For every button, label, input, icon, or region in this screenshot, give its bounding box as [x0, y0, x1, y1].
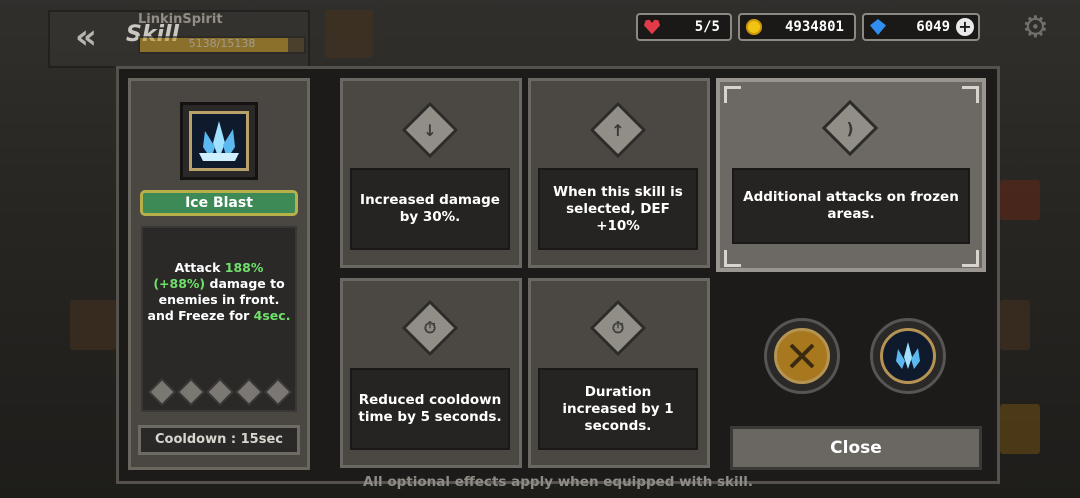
xp-text: 5138/15138	[188, 37, 256, 50]
gem-icon	[870, 19, 886, 35]
equip-skill-button[interactable]	[870, 318, 946, 394]
gold-value: 4934801	[784, 19, 844, 35]
sword-icon	[148, 378, 176, 406]
skill-name: Ice Blast	[140, 190, 298, 216]
close-button[interactable]: Close	[730, 426, 982, 470]
option-text-frozen: Additional attacks on frozen areas.	[732, 168, 970, 244]
cooldown-label: Cooldown : 15sec	[138, 425, 300, 455]
option-text-def: When this skill is selected, DEF +10%	[538, 168, 698, 250]
gem-counter: 6049 +	[862, 13, 980, 41]
heart-icon	[644, 19, 660, 35]
footer-note: All optional effects apply when equipped…	[362, 474, 754, 490]
option-summary-icons	[148, 378, 292, 406]
xp-bar: 5138/15138	[138, 36, 306, 54]
selection-corner	[962, 250, 979, 267]
stopwatch-minus-icon	[206, 378, 234, 406]
add-gems-button[interactable]: +	[956, 18, 974, 36]
back-button[interactable]: «	[58, 14, 114, 60]
option-text-duration: Duration increased by 1 seconds.	[538, 368, 698, 450]
gold-counter: 4934801	[738, 13, 856, 41]
selection-corner	[724, 86, 741, 103]
gem-value: 6049	[916, 19, 950, 35]
selection-corner	[962, 86, 979, 103]
gear-icon[interactable]: ⚙	[1022, 10, 1049, 45]
sword-up-icon	[177, 378, 205, 406]
sword-wave-icon	[264, 378, 292, 406]
energy-counter: 5/5	[636, 13, 732, 41]
selection-corner	[724, 250, 741, 267]
equip-option-button[interactable]	[764, 318, 840, 394]
stopwatch-icon	[235, 378, 263, 406]
desc-duration: 4sec.	[253, 308, 291, 323]
energy-value: 5/5	[694, 19, 720, 35]
skill-icon-frame	[180, 102, 258, 180]
double-chevron-left-icon: «	[75, 17, 97, 57]
option-text-damage: Increased damage by 30%.	[350, 168, 510, 250]
ice-crystal-icon	[189, 111, 249, 171]
ice-crystal-icon	[880, 328, 936, 384]
crossed-swords-icon	[774, 328, 830, 384]
coin-icon	[746, 19, 762, 35]
desc-prefix: Attack	[174, 260, 225, 275]
option-text-cooldown: Reduced cooldown time by 5 seconds.	[350, 368, 510, 450]
